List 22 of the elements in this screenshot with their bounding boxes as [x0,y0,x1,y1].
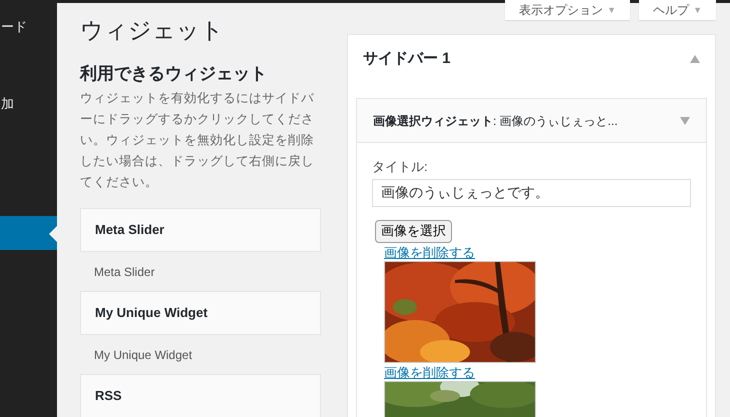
remove-image-link[interactable]: 画像を削除する [384,244,475,262]
menu-item[interactable]: ード [0,10,57,44]
menu-item[interactable]: 加 [0,87,57,121]
title-field[interactable]: 画像のうぃじぇっとです。 [372,178,691,206]
widget-card[interactable]: My Unique Widget [80,291,321,335]
widget-description: My Unique Widget [93,346,194,364]
select-image-button[interactable]: 画像を選択 [375,220,452,242]
toggle-icon[interactable] [680,116,690,124]
menu-item[interactable] [0,216,57,250]
page-title: ウィジェット [80,16,225,45]
field-label: タイトル: [372,158,429,176]
section-heading: 利用できるウィジェット [80,63,268,85]
widget-card[interactable]: Meta Slider [80,208,321,252]
remove-image-link[interactable]: 画像を削除する [384,364,475,382]
widget-card[interactable]: RSS [80,374,321,417]
toggle-button[interactable]: ヘルプ ▼ [639,0,716,20]
toggle-button[interactable]: 表示オプション ▼ [505,0,630,20]
panel-title: サイドバー 1 [363,48,451,69]
description-text: ウィジェットを有効化するにはサイドバーにドラッグするかクリックしてください。ウィジェットを無効化し設定を削除したい場合は、ドラッグして右側に戻してください。 [80,90,315,191]
widget-title: 画像選択ウィジェット: 画像のうぃじぇっと... [373,112,618,130]
widget-description: Meta Slider [93,264,156,280]
collapse-icon[interactable] [690,55,700,63]
